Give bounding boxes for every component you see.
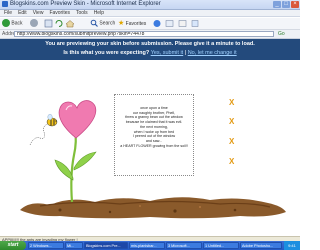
toolbar: Back Search ★ Favorites xyxy=(0,18,300,30)
taskbar-button[interactable]: 2 Windows... xyxy=(28,242,64,249)
page-content: once upon a time our naughty brother, Ph… xyxy=(0,60,300,236)
ie-icon xyxy=(2,1,8,7)
stop-icon xyxy=(44,19,53,28)
print-icon xyxy=(178,20,187,27)
forward-button[interactable] xyxy=(30,19,38,28)
menu-favorites[interactable]: Favorites xyxy=(49,10,70,16)
home-icon xyxy=(65,20,75,28)
poem-line: a HEART FLOWER growing from the soil!! xyxy=(120,143,188,148)
taskbar-button[interactable]: mis-planlsbar... xyxy=(129,242,165,249)
address-bar: Address http://www.blogskins.com/submitp… xyxy=(0,30,300,39)
search-icon xyxy=(90,19,98,27)
forward-arrow-icon xyxy=(30,19,38,27)
mail-icon xyxy=(165,20,174,27)
dirt-ground xyxy=(20,197,286,219)
submit-skin-link[interactable]: Yes, submit it xyxy=(151,50,184,56)
taskbar-button[interactable]: 1 Untitled... xyxy=(203,242,239,249)
menu-edit[interactable]: Edit xyxy=(18,10,27,16)
title-bar: Blogskins.com Preview Skin - Microsoft I… xyxy=(0,0,300,10)
side-link-mark[interactable]: X xyxy=(229,118,234,126)
taskbar-button-active[interactable]: Blogskins.com Pre... xyxy=(84,242,128,249)
nav-icons xyxy=(44,19,75,28)
media-icon xyxy=(153,20,161,27)
system-tray-clock: 9:41 xyxy=(284,241,300,250)
taskbar-button[interactable]: Mi... xyxy=(65,242,83,249)
window-controls: _ □ × xyxy=(273,1,299,8)
edit-icon xyxy=(191,20,199,27)
window-title: Blogskins.com Preview Skin - Microsoft I… xyxy=(10,1,161,7)
leaf-left xyxy=(54,159,74,181)
menu-bar: File Edit View Favorites Tools Help xyxy=(0,10,300,17)
favorites-label: Favorites xyxy=(125,21,147,27)
back-arrow-icon xyxy=(2,19,10,27)
close-button[interactable]: × xyxy=(291,1,299,8)
leaf-right xyxy=(73,151,97,171)
banner-question: Is this what you were expecting? xyxy=(63,50,150,56)
favorites-button[interactable]: ★ Favorites xyxy=(118,19,146,28)
back-button[interactable]: Back xyxy=(2,19,23,28)
poem-box: once upon a time our naughty brother, Ph… xyxy=(114,94,194,176)
refresh-icon xyxy=(55,20,63,27)
url-field[interactable]: http://www.blogskins.com/submitpreview.p… xyxy=(14,31,274,37)
taskbar-button[interactable]: 3 Microsoft... xyxy=(166,242,202,249)
heart-flower xyxy=(58,100,97,139)
menu-tools[interactable]: Tools xyxy=(76,10,88,16)
go-button[interactable]: Go xyxy=(278,31,285,37)
menu-help[interactable]: Help xyxy=(94,10,104,16)
extra-toolbar-icons xyxy=(153,20,199,27)
change-skin-link[interactable]: No, let me change it xyxy=(188,50,237,56)
minimize-button[interactable]: _ xyxy=(273,1,281,8)
side-link-mark[interactable]: X xyxy=(229,99,234,107)
star-icon: ★ xyxy=(118,20,125,27)
menu-file[interactable]: File xyxy=(4,10,12,16)
taskbar-button[interactable]: Adobe Photosho... xyxy=(240,242,282,249)
side-link-mark[interactable]: X xyxy=(229,138,234,146)
back-label: Back xyxy=(11,20,23,27)
start-button[interactable]: start xyxy=(0,241,26,250)
search-button[interactable]: Search xyxy=(90,19,115,28)
banner-question-row: Is this what you were expecting? Yes, su… xyxy=(0,49,300,58)
maximize-button[interactable]: □ xyxy=(282,1,290,8)
preview-banner: You are previewing your skin before subm… xyxy=(0,39,300,60)
search-label: Search xyxy=(99,20,116,27)
taskbar: start 2 Windows... Mi... Blogskins.com P… xyxy=(0,241,300,250)
menu-view[interactable]: View xyxy=(33,10,44,16)
flower-stem xyxy=(70,127,77,203)
banner-message: You are previewing your skin before subm… xyxy=(45,41,255,47)
bee-icon xyxy=(29,114,58,146)
side-link-mark[interactable]: X xyxy=(229,158,234,166)
